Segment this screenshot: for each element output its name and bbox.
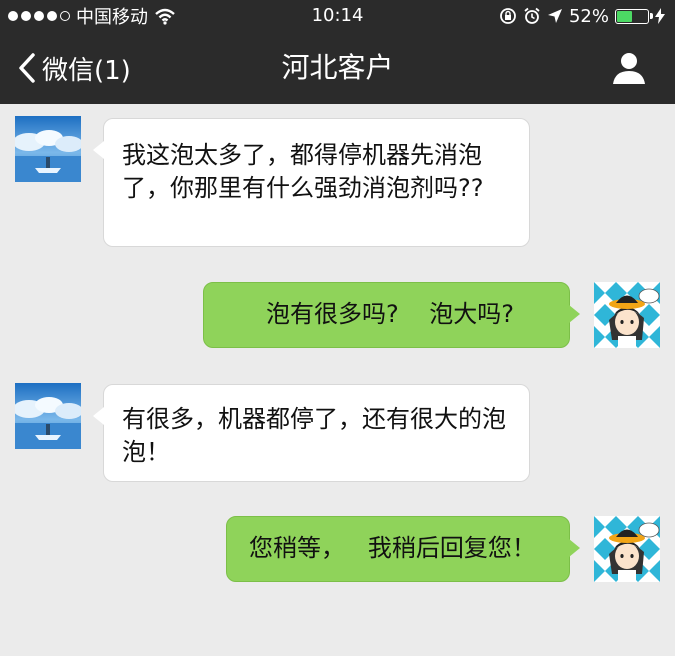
message-bubble-outgoing[interactable]: 泡有很多吗? 泡大吗? — [203, 282, 580, 348]
battery-percentage: 52% — [568, 5, 609, 27]
battery-fill — [617, 10, 632, 22]
message-bubble-incoming[interactable]: 有很多，机器都停了，还有很大的泡泡！ — [93, 384, 530, 482]
my-avatar[interactable] — [594, 516, 660, 582]
message-text: 泡有很多吗? 泡大吗? — [266, 300, 514, 328]
status-right: 52% — [499, 0, 665, 32]
alarm-icon — [524, 7, 540, 24]
message-text: 您稍等， 我稍后回复您！ — [249, 534, 536, 562]
location-arrow-icon — [547, 9, 562, 23]
nav-bar: 微信(1) 河北客户 — [0, 32, 675, 104]
customer-avatar[interactable] — [15, 116, 81, 182]
orientation-lock-icon — [500, 8, 516, 24]
chat-title: 河北客户 — [281, 51, 394, 84]
message-text: 有很多，机器都停了，还有很大的泡泡！ — [122, 405, 506, 466]
message-bubble-incoming[interactable]: 我这泡太多了，都得停机器先消泡了，你那里有什么强劲消泡剂吗?? — [93, 118, 530, 247]
status-bar: 中国移动 10:14 52% — [0, 0, 675, 32]
person-icon[interactable] — [611, 50, 647, 86]
charging-bolt-icon — [655, 8, 665, 24]
customer-avatar[interactable] — [15, 383, 81, 449]
chat-area[interactable]: 我这泡太多了，都得停机器先消泡了，你那里有什么强劲消泡剂吗?? 泡有很多吗? 泡… — [0, 104, 675, 656]
my-avatar[interactable] — [594, 282, 660, 348]
message-bubble-outgoing[interactable]: 您稍等， 我稍后回复您！ — [226, 516, 580, 582]
message-text: 我这泡太多了，都得停机器先消泡了，你那里有什么强劲消泡剂吗?? — [122, 141, 484, 202]
battery-icon — [615, 8, 653, 24]
